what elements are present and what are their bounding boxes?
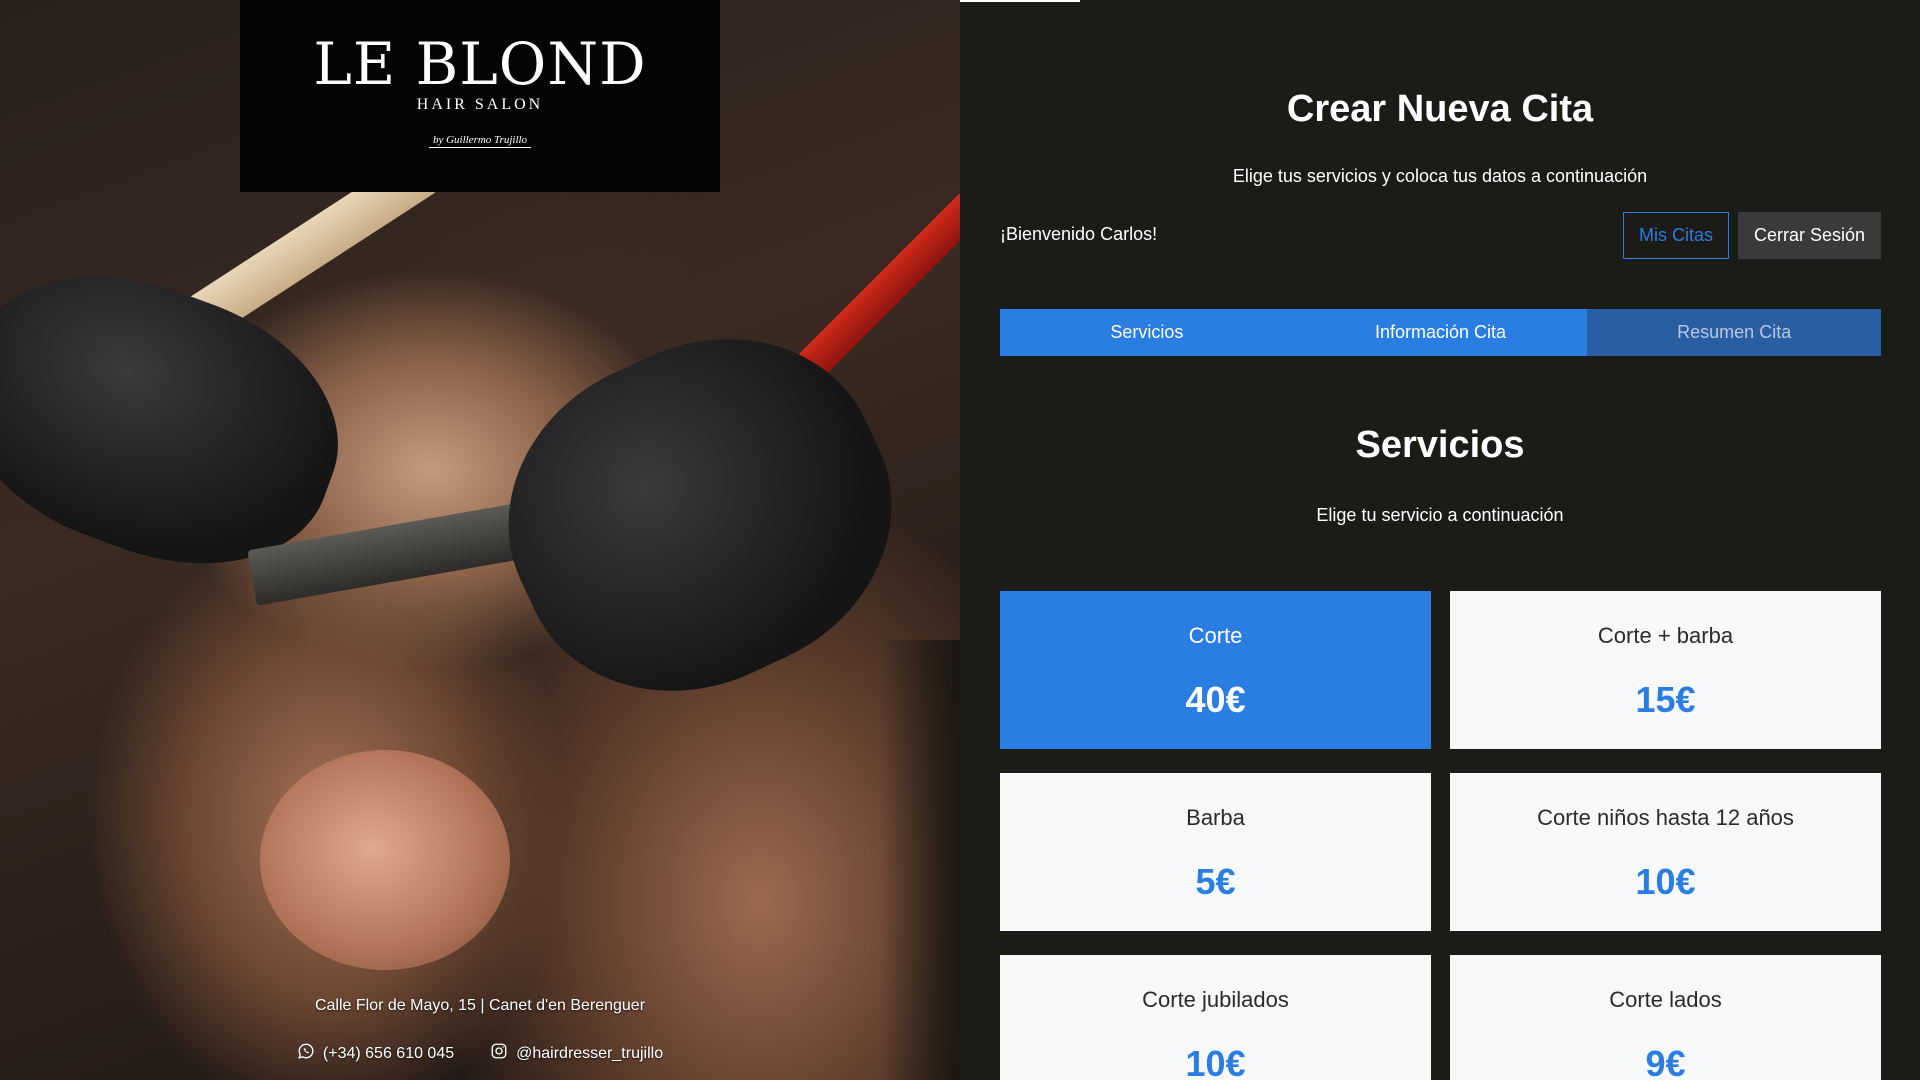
service-card-corte-jubilados[interactable]: Corte jubilados 10€: [1000, 955, 1431, 1080]
section-title: Servicios: [1355, 424, 1525, 466]
instagram-link[interactable]: @hairdresser_trujillo: [490, 1042, 663, 1065]
logout-button[interactable]: Cerrar Sesión: [1738, 212, 1881, 259]
top-progress-indicator: [960, 0, 1080, 2]
brand-signature: by Guillermo Trujillo: [428, 134, 532, 148]
service-price: 40€: [1185, 679, 1246, 720]
contact-row: (+34) 656 610 045 @hairdresser_trujillo: [0, 1042, 960, 1065]
ear-image: [260, 750, 510, 970]
service-name: Corte: [1188, 623, 1243, 648]
service-card-corte-ninos[interactable]: Corte niños hasta 12 años 10€: [1450, 773, 1881, 931]
service-card-corte-lados[interactable]: Corte lados 9€: [1450, 955, 1881, 1080]
tab-informacion-cita[interactable]: Información Cita: [1293, 309, 1588, 356]
service-price: 9€: [1645, 1043, 1686, 1080]
phone-text: (+34) 656 610 045: [322, 1044, 455, 1062]
brand-logo: LE BLOND HAIR SALON by Guillermo Trujill…: [240, 0, 720, 192]
service-price: 15€: [1635, 679, 1696, 720]
instagram-text: @hairdresser_trujillo: [516, 1044, 664, 1062]
service-name: Corte jubilados: [1142, 987, 1289, 1012]
service-price: 10€: [1635, 861, 1696, 902]
step-tabs: Servicios Información Cita Resumen Cita: [1000, 309, 1882, 356]
address-text: Calle Flor de Mayo, 15 | Canet d'en Bere…: [314, 997, 646, 1014]
instagram-icon: [490, 1042, 508, 1065]
welcome-text: ¡Bienvenido Carlos!: [1000, 224, 1158, 244]
service-card-corte[interactable]: Corte 40€: [1000, 591, 1431, 749]
service-name: Barba: [1186, 805, 1245, 830]
service-name: Corte + barba: [1597, 623, 1734, 648]
service-name: Corte lados: [1609, 987, 1722, 1012]
page-subtitle: Elige tus servicios y coloca tus datos a…: [1232, 166, 1648, 186]
hero-image: LE BLOND HAIR SALON by Guillermo Trujill…: [0, 0, 960, 1080]
tab-resumen-cita[interactable]: Resumen Cita: [1587, 309, 1882, 356]
brand-tagline: HAIR SALON: [416, 96, 544, 113]
razor-handle-image: [788, 165, 960, 389]
phone-link[interactable]: (+34) 656 610 045: [297, 1042, 454, 1065]
tab-servicios[interactable]: Servicios: [1000, 309, 1294, 356]
page-title: Crear Nueva Cita: [1286, 88, 1594, 130]
brand-name: LE BLOND: [313, 30, 647, 98]
service-price: 10€: [1185, 1043, 1246, 1080]
service-price: 5€: [1195, 861, 1236, 902]
whatsapp-icon: [297, 1042, 315, 1065]
service-name: Corte niños hasta 12 años: [1537, 805, 1794, 830]
services-grid: Corte 40€ Corte + barba 15€ Barba 5€ Cor…: [1000, 591, 1881, 1080]
my-appointments-button[interactable]: Mis Citas: [1623, 212, 1729, 259]
appointment-panel: Crear Nueva Cita Elige tus servicios y c…: [960, 0, 1920, 1080]
glove-right-image: [458, 285, 942, 745]
service-card-barba[interactable]: Barba 5€: [1000, 773, 1431, 931]
section-subtitle: Elige tu servicio a continuación: [1316, 505, 1564, 525]
service-card-corte-barba[interactable]: Corte + barba 15€: [1450, 591, 1881, 749]
